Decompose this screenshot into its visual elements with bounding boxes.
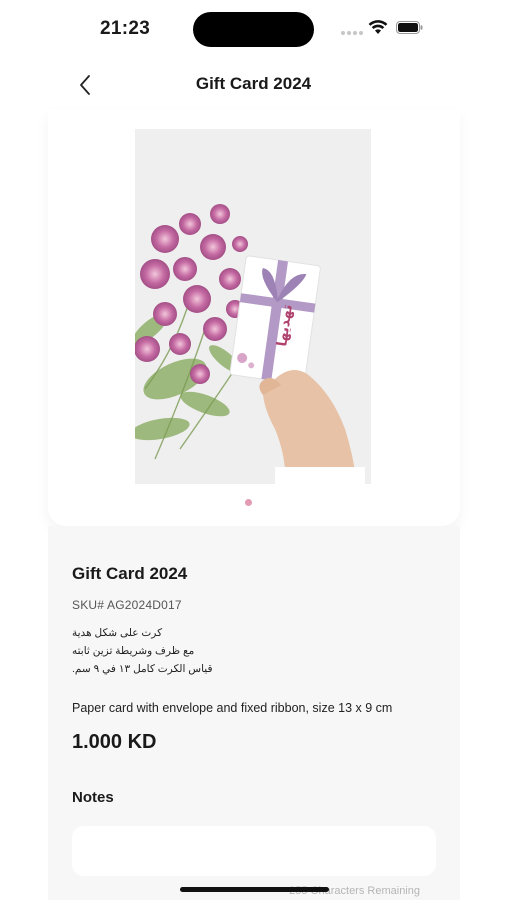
product-image-card: تهديها [48, 110, 460, 526]
product-photo-illustration: تهديها [135, 129, 371, 484]
notes-input[interactable] [72, 826, 436, 876]
status-bar: 21:23 [0, 0, 507, 60]
product-name: Gift Card 2024 [72, 564, 188, 583]
cellular-dots-icon [341, 31, 365, 35]
wifi-icon [368, 20, 388, 34]
home-indicator[interactable] [180, 887, 329, 892]
page-title: Gift Card 2024 [195, 74, 312, 93]
product-details: Gift Card 2024 SKU# AG2024D017 كرت على ش… [48, 526, 460, 900]
dynamic-island [193, 12, 314, 47]
arabic-description-line: كرت على شكل هدية [72, 627, 163, 639]
product-image[interactable]: تهديها [135, 129, 371, 484]
product-description: Paper card with envelope and fixed ribbo… [72, 701, 393, 715]
product-sku: SKU# AG2024D017 [72, 598, 182, 612]
arabic-description-line: قياس الكرت كامل ١٣ في ٩ سم. [72, 663, 213, 675]
product-price: 1.000 KD [72, 731, 157, 753]
status-time: 21:23 [100, 18, 151, 39]
arabic-description-line: مع ظرف وشريطة تزين ثابته [72, 645, 195, 657]
battery-icon [396, 21, 423, 34]
notes-label: Notes [72, 789, 114, 806]
gallery-page-indicator[interactable] [245, 499, 252, 506]
